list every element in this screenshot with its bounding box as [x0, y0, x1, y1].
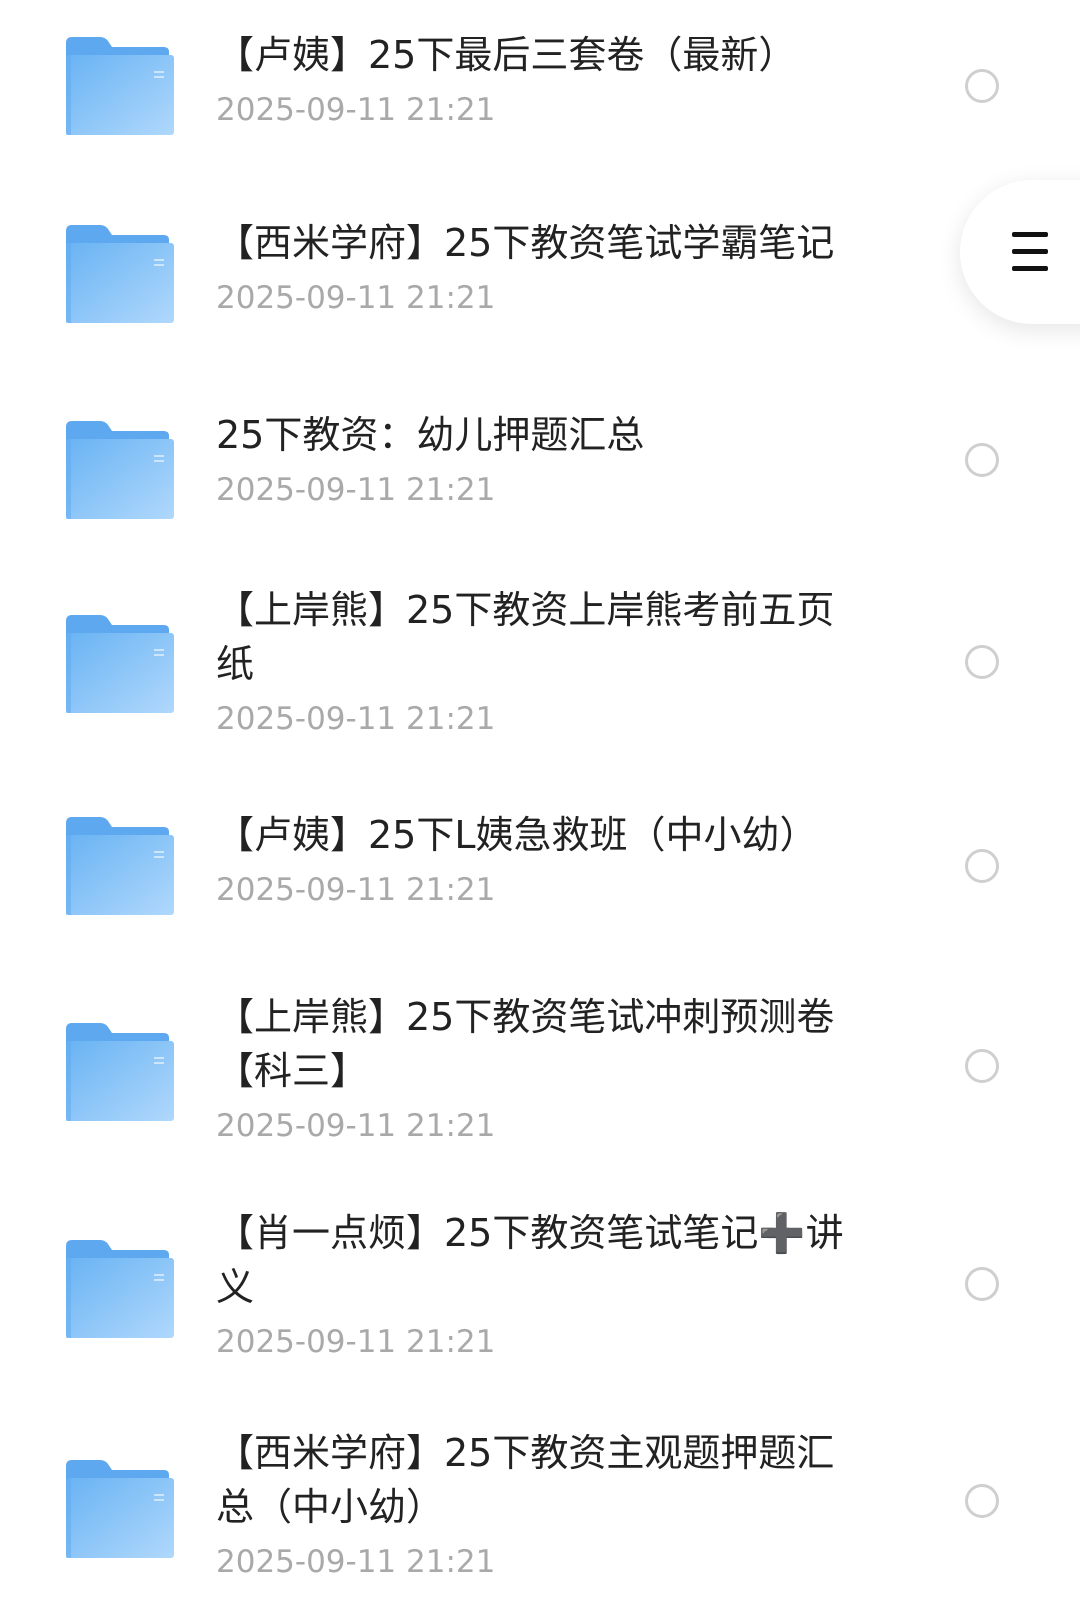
file-date: 2025-09-11 21:21	[216, 872, 496, 908]
file-name: 【卢姨】25下L姨急救班（中小幼）	[216, 813, 818, 857]
file-name: 【西米学府】25下教资笔试学霸笔记	[216, 221, 835, 265]
select-radio[interactable]	[965, 1267, 999, 1301]
file-name: 【西米学府】25下教资主观题押题汇总（中小幼）	[216, 1431, 835, 1529]
list-item[interactable]: 25下教资：幼儿押题汇总 2025-09-11 21:21	[0, 370, 1080, 550]
select-radio[interactable]	[965, 443, 999, 477]
folder-icon	[66, 817, 174, 915]
list-item[interactable]: 【西米学府】25下教资主观题押题汇总（中小幼） 2025-09-11 21:21	[0, 1430, 1080, 1605]
select-radio[interactable]	[965, 1049, 999, 1083]
list-item[interactable]: 【上岸熊】25下教资上岸熊考前五页纸 2025-09-11 21:21	[0, 570, 1080, 780]
select-radio[interactable]	[965, 69, 999, 103]
folder-icon	[66, 225, 174, 323]
list-item[interactable]: 【上岸熊】25下教资笔试冲刺预测卷【科三】 2025-09-11 21:21	[0, 990, 1080, 1190]
list-item[interactable]: 【西米学府】25下教资笔试学霸笔记 2025-09-11 21:21	[0, 180, 1080, 360]
file-date: 2025-09-11 21:21	[216, 280, 496, 316]
list-item[interactable]: 【卢姨】25下最后三套卷（最新） 2025-09-11 21:21	[0, 0, 1080, 170]
select-radio[interactable]	[965, 645, 999, 679]
file-date: 2025-09-11 21:21	[216, 92, 496, 128]
folder-icon	[66, 1240, 174, 1338]
file-date: 2025-09-11 21:21	[216, 1108, 496, 1144]
folder-icon	[66, 37, 174, 135]
file-name: 【上岸熊】25下教资上岸熊考前五页纸	[216, 588, 835, 686]
file-date: 2025-09-11 21:21	[216, 701, 496, 737]
folder-icon	[66, 421, 174, 519]
file-date: 2025-09-11 21:21	[216, 1324, 496, 1360]
folder-icon	[66, 1023, 174, 1121]
select-radio[interactable]	[965, 849, 999, 883]
file-name: 【肖一点烦】25下教资笔试笔记➕讲义	[216, 1211, 844, 1309]
list-item[interactable]: 【肖一点烦】25下教资笔试笔记➕讲义 2025-09-11 21:21	[0, 1210, 1080, 1410]
file-name: 25下教资：幼儿押题汇总	[216, 413, 645, 457]
file-name: 【上岸熊】25下教资笔试冲刺预测卷【科三】	[216, 995, 835, 1093]
folder-icon	[66, 615, 174, 713]
hamburger-menu-icon	[1012, 232, 1048, 272]
file-date: 2025-09-11 21:21	[216, 1544, 496, 1580]
select-radio[interactable]	[965, 1484, 999, 1518]
folder-icon	[66, 1460, 174, 1558]
file-name: 【卢姨】25下最后三套卷（最新）	[216, 33, 797, 77]
file-list: 【卢姨】25下最后三套卷（最新） 2025-09-11 21:21 【西米学府】…	[0, 0, 1080, 1605]
file-date: 2025-09-11 21:21	[216, 472, 496, 508]
list-item[interactable]: 【卢姨】25下L姨急救班（中小幼） 2025-09-11 21:21	[0, 800, 1080, 970]
